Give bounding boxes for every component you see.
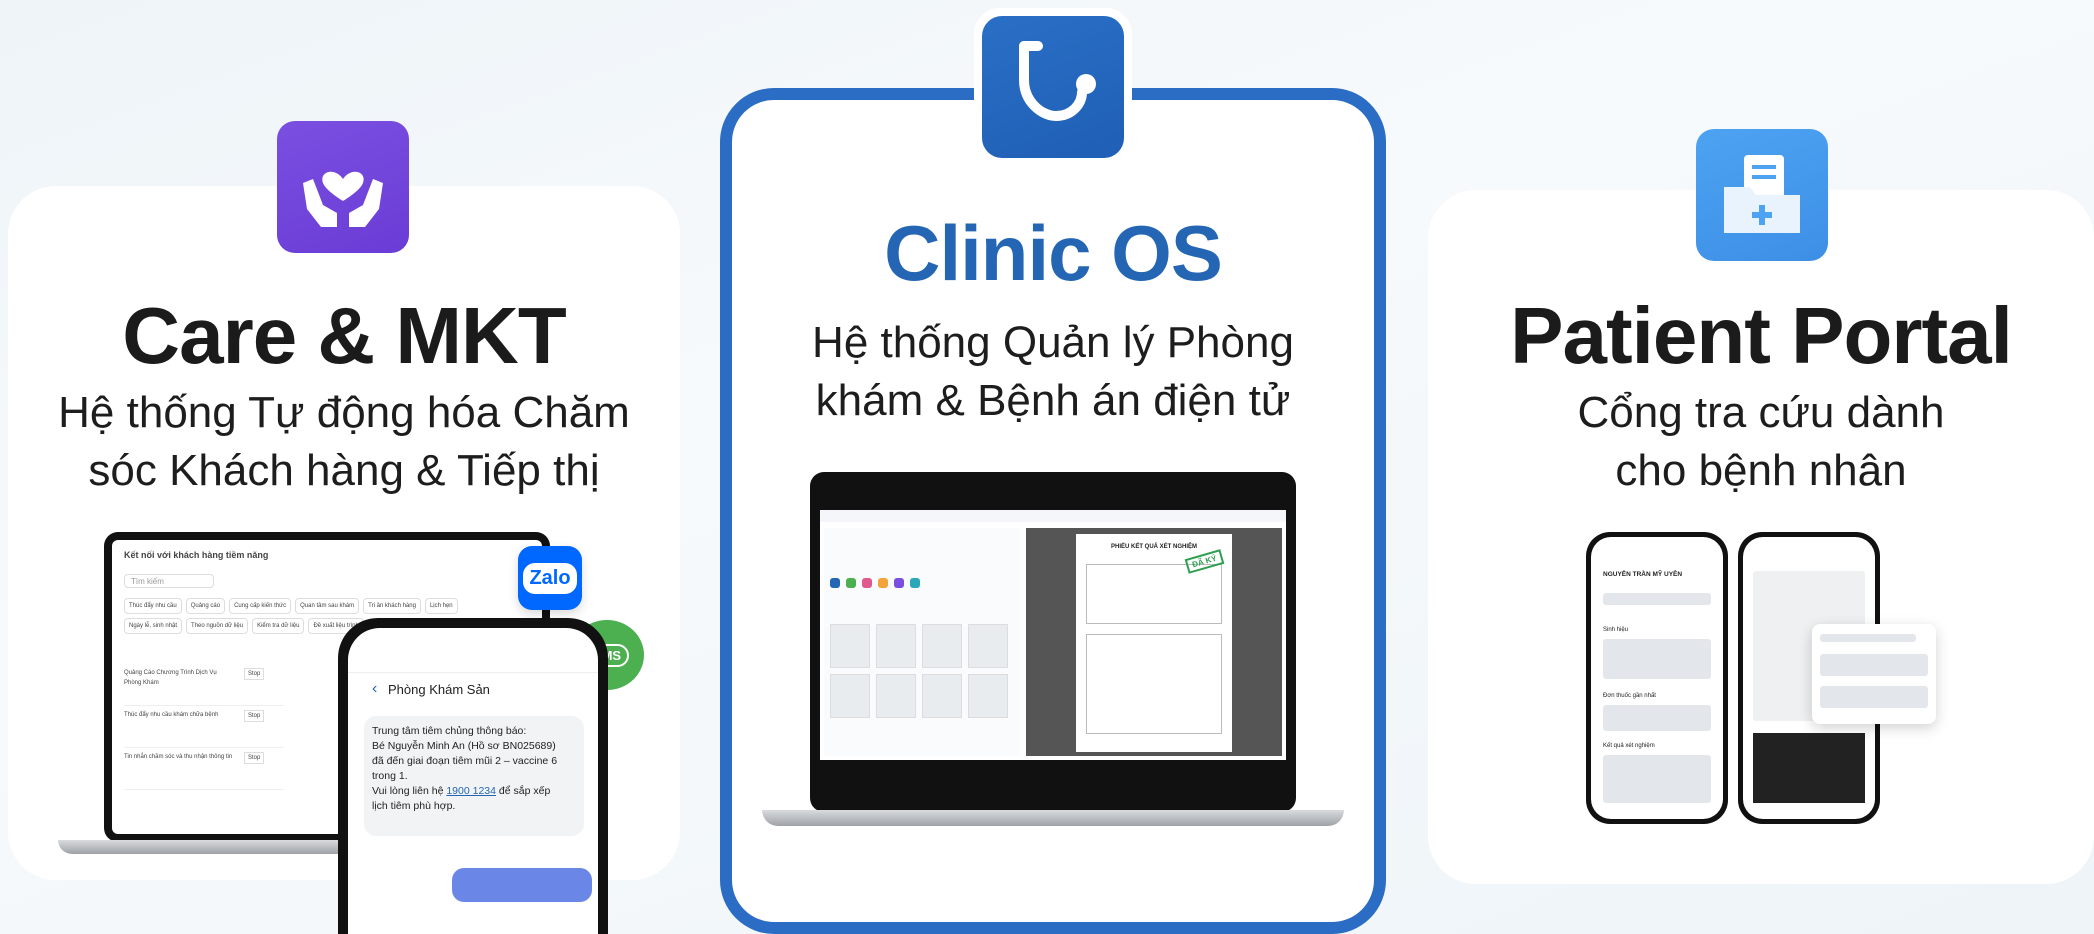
prescription-popup xyxy=(1812,624,1936,724)
care-mkt-title: Care & MKT xyxy=(122,291,566,380)
heart-hands-icon xyxy=(277,121,409,253)
document-thumbnail[interactable] xyxy=(922,624,962,668)
care-chip[interactable]: Ngày lễ, sinh nhật xyxy=(124,618,183,634)
care-chip[interactable]: Quan tâm sau khám xyxy=(295,598,360,614)
lab-report-page: PHIẾU KẾT QUẢ XÉT NGHIỆM ĐÃ KÝ xyxy=(1076,534,1232,752)
document-thumbnail[interactable] xyxy=(968,674,1008,718)
document-thumbnail[interactable] xyxy=(830,624,870,668)
report-table xyxy=(1086,634,1222,734)
portal-subtitle-line-2: cho bệnh nhân xyxy=(1615,446,1907,495)
message-phone-link[interactable]: 1900 1234 xyxy=(446,785,496,797)
care-chip[interactable]: Cung cấp kiến thức xyxy=(229,598,292,614)
row-title: Tin nhắn chăm sóc và thu nhận thông tin xyxy=(124,754,233,760)
document-thumbnail[interactable] xyxy=(876,674,916,718)
care-chip[interactable]: Lịch hẹn xyxy=(424,598,458,614)
clinic-os-subtitle: Hệ thống Quản lý Phòng khám & Bệnh án đi… xyxy=(720,314,1386,430)
clinic-os-title: Clinic OS xyxy=(884,209,1223,297)
zalo-label: Zalo xyxy=(523,562,577,594)
clinic-laptop-screen: PHIẾU KẾT QUẢ XÉT NGHIỆM ĐÃ KÝ xyxy=(820,510,1286,760)
clinic-document-viewer: PHIẾU KẾT QUẢ XÉT NGHIỆM ĐÃ KÝ xyxy=(1026,528,1282,756)
zalo-icon: Zalo xyxy=(518,546,582,610)
lab-results-heading: Kết quả xét nghiệm xyxy=(1603,743,1655,749)
patient-portal-subtitle: Cổng tra cứu dành cho bệnh nhân xyxy=(1428,384,2094,500)
ultrasound-image[interactable] xyxy=(1753,733,1865,803)
table-row[interactable]: Quảng Cáo Chương Trình Dịch Vụ Phòng Khá… xyxy=(124,664,284,706)
portal-phone-1: NGUYỄN TRẦN MỸ UYÊN Sinh hiệu Đơn thuốc … xyxy=(1586,532,1728,824)
message-line: Vui lòng liên hệ xyxy=(372,785,444,797)
care-subtitle-line-2: sóc Khách hàng & Tiếp thị xyxy=(88,446,600,495)
document-thumbnail[interactable] xyxy=(968,624,1008,668)
vitals-heading: Sinh hiệu xyxy=(1603,627,1629,633)
message-line: Trung tâm tiêm chủng thông báo: xyxy=(372,725,527,737)
message-line: lịch tiêm phù hợp. xyxy=(372,800,456,812)
care-chip[interactable]: Quảng cáo xyxy=(185,598,226,614)
prescription-heading: Đơn thuốc gần nhất xyxy=(1603,693,1656,699)
row-status[interactable]: Stop xyxy=(244,710,265,722)
patient-portal-title: Patient Portal xyxy=(1510,291,2013,380)
sent-message-bubble xyxy=(452,868,592,902)
row-status[interactable]: Stop xyxy=(244,752,265,764)
clinic-image-grid xyxy=(830,624,1008,718)
report-table xyxy=(1086,564,1222,624)
portal-subtitle-line-1: Cổng tra cứu dành xyxy=(1577,388,1945,437)
row-status[interactable]: Stop xyxy=(244,668,265,680)
clinic-subtitle-line-1: Hệ thống Quản lý Phòng xyxy=(812,318,1294,367)
care-campaign-list: Quảng Cáo Chương Trình Dịch Vụ Phòng Khá… xyxy=(124,664,284,790)
table-row[interactable]: Tin nhắn chăm sóc và thu nhận thông tin … xyxy=(124,748,284,790)
care-phone-screen: ‹ Phòng Khám Sản Trung tâm tiêm chủng th… xyxy=(348,628,598,934)
clinic-left-panel xyxy=(824,528,1020,756)
stethoscope-icon xyxy=(982,16,1124,158)
clinic-laptop: PHIẾU KẾT QUẢ XÉT NGHIỆM ĐÃ KÝ xyxy=(810,472,1296,812)
document-thumbnail[interactable] xyxy=(876,624,916,668)
row-title: Quảng Cáo Chương Trình Dịch Vụ Phòng Khá… xyxy=(124,670,217,686)
medical-folder-icon xyxy=(1696,129,1828,261)
care-search-input[interactable]: Tìm kiếm xyxy=(124,574,214,588)
clinic-laptop-base xyxy=(762,810,1344,826)
care-subtitle-line-1: Hệ thống Tự động hóa Chăm xyxy=(58,388,630,437)
message-line: Bé Nguyễn Minh An (Hồ sơ BN025689) xyxy=(372,740,556,752)
clinic-subtitle-line-2: khám & Bệnh án điện tử xyxy=(815,376,1291,425)
clinic-toolbar xyxy=(830,578,920,588)
care-chip[interactable]: Theo nguồn dữ liệu xyxy=(186,618,249,634)
care-search-placeholder: Tìm kiếm xyxy=(131,577,164,586)
document-thumbnail[interactable] xyxy=(922,674,962,718)
care-chip[interactable]: Tri ân khách hàng xyxy=(363,598,421,614)
portal-phone-1-screen: NGUYỄN TRẦN MỸ UYÊN Sinh hiệu Đơn thuốc … xyxy=(1591,537,1723,819)
care-laptop-header: Kết nối với khách hàng tiềm năng xyxy=(124,550,269,560)
message-line: trong 1. xyxy=(372,770,408,782)
chevron-left-icon[interactable]: ‹ xyxy=(372,680,377,698)
table-row[interactable]: Thúc đẩy nhu cầu khám chữa bệnh Stop xyxy=(124,706,284,748)
care-chip[interactable]: Kiểm tra dữ liệu xyxy=(252,618,305,634)
sms-message-bubble: Trung tâm tiêm chủng thông báo: Bé Nguyễ… xyxy=(364,716,584,836)
care-phone: ‹ Phòng Khám Sản Trung tâm tiêm chủng th… xyxy=(338,618,608,934)
chat-header-title: Phòng Khám Sản xyxy=(388,682,490,697)
report-title: PHIẾU KẾT QUẢ XÉT NGHIỆM xyxy=(1110,544,1197,550)
care-mkt-subtitle: Hệ thống Tự động hóa Chăm sóc Khách hàng… xyxy=(0,384,688,500)
row-title: Thúc đẩy nhu cầu khám chữa bệnh xyxy=(124,712,219,718)
message-line: để sắp xếp xyxy=(498,785,551,797)
document-thumbnail[interactable] xyxy=(830,674,870,718)
care-chip[interactable]: Thúc đẩy nhu cầu xyxy=(124,598,182,614)
message-line: đã đến giai đoạn tiêm mũi 2 – vaccine 6 xyxy=(372,755,558,767)
patient-name: NGUYỄN TRẦN MỸ UYÊN xyxy=(1603,571,1683,578)
